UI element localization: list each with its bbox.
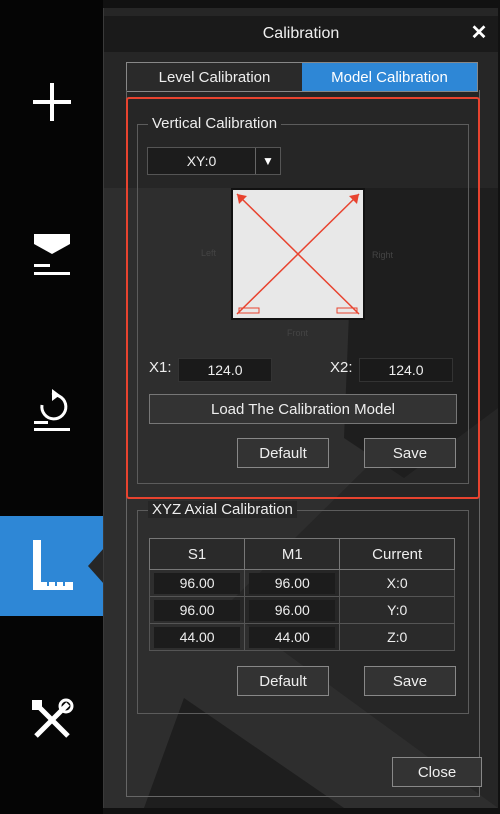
close-icon[interactable]: ✕: [468, 22, 490, 44]
diagram-left-label: Left: [201, 248, 217, 258]
table-row: 96.00 96.00 Y:0: [148, 596, 455, 624]
sidebar: [0, 0, 104, 814]
calibration-diagram-graphic: [236, 193, 360, 315]
level-bed-icon: [33, 234, 70, 275]
column-header-current: Current: [339, 538, 455, 570]
chevron-down-icon[interactable]: ▼: [255, 148, 280, 174]
current-value-x: X:0: [339, 569, 455, 597]
window-title: Calibration: [262, 25, 340, 42]
load-calibration-model-button[interactable]: Load The Calibration Model: [149, 394, 457, 424]
tab-level-calibration[interactable]: Level Calibration: [127, 63, 302, 91]
sidebar-item-level[interactable]: [0, 205, 103, 305]
s1-input-x[interactable]: 96.00: [154, 572, 241, 594]
table-header-row: S1 M1 Current: [148, 538, 455, 570]
x2-input[interactable]: 124.0: [359, 358, 453, 382]
m1-input-x[interactable]: 96.00: [249, 572, 336, 594]
m1-input-y[interactable]: 96.00: [249, 599, 336, 621]
xyz-default-button[interactable]: Default: [237, 666, 329, 696]
rotate-icon: [33, 389, 70, 431]
sidebar-item-rotate[interactable]: [0, 358, 103, 458]
current-value-y: Y:0: [339, 596, 455, 624]
xyz-calibration-table: S1 M1 Current 96.00 96.00 X:0 96.00 96.0…: [148, 538, 455, 651]
sidebar-item-add[interactable]: [0, 52, 103, 152]
table-row: 96.00 96.00 X:0: [148, 569, 455, 597]
xyz-save-button[interactable]: Save: [364, 666, 456, 696]
x2-label: X2:: [330, 359, 353, 376]
plus-icon: [32, 83, 71, 121]
diagram-right-label: Right: [372, 250, 394, 260]
close-button[interactable]: Close: [392, 757, 482, 787]
window-titlebar: Calibration ✕: [104, 16, 498, 52]
column-header-m1: M1: [244, 538, 341, 570]
axis-select[interactable]: XY:0 ▼: [147, 147, 281, 175]
sidebar-item-tools[interactable]: [0, 670, 103, 770]
s1-input-z[interactable]: 44.00: [154, 626, 241, 648]
tab-bar: Level Calibration Model Calibration: [126, 62, 478, 92]
s1-input-y[interactable]: 96.00: [154, 599, 241, 621]
table-row: 44.00 44.00 Z:0: [148, 623, 455, 651]
ruler-calibration-icon: [32, 540, 73, 590]
vertical-default-button[interactable]: Default: [237, 438, 329, 468]
diagram-front-label: Front: [287, 328, 309, 338]
sidebar-item-calibration[interactable]: [0, 516, 104, 616]
m1-input-z[interactable]: 44.00: [249, 626, 336, 648]
x1-input[interactable]: 124.0: [178, 358, 272, 382]
tab-model-calibration[interactable]: Model Calibration: [302, 63, 477, 91]
column-header-s1: S1: [148, 538, 246, 570]
calibration-window: Calibration ✕ Level Calibration Model Ca…: [103, 8, 498, 808]
x1-label: X1:: [149, 359, 172, 376]
current-value-z: Z:0: [339, 623, 455, 651]
xyz-calibration-title: XYZ Axial Calibration: [148, 501, 297, 518]
vertical-calibration-title: Vertical Calibration: [148, 115, 282, 132]
calibration-diagram: [231, 188, 365, 320]
tools-icon: [31, 698, 73, 738]
axis-select-value: XY:0: [186, 153, 217, 169]
vertical-save-button[interactable]: Save: [364, 438, 456, 468]
